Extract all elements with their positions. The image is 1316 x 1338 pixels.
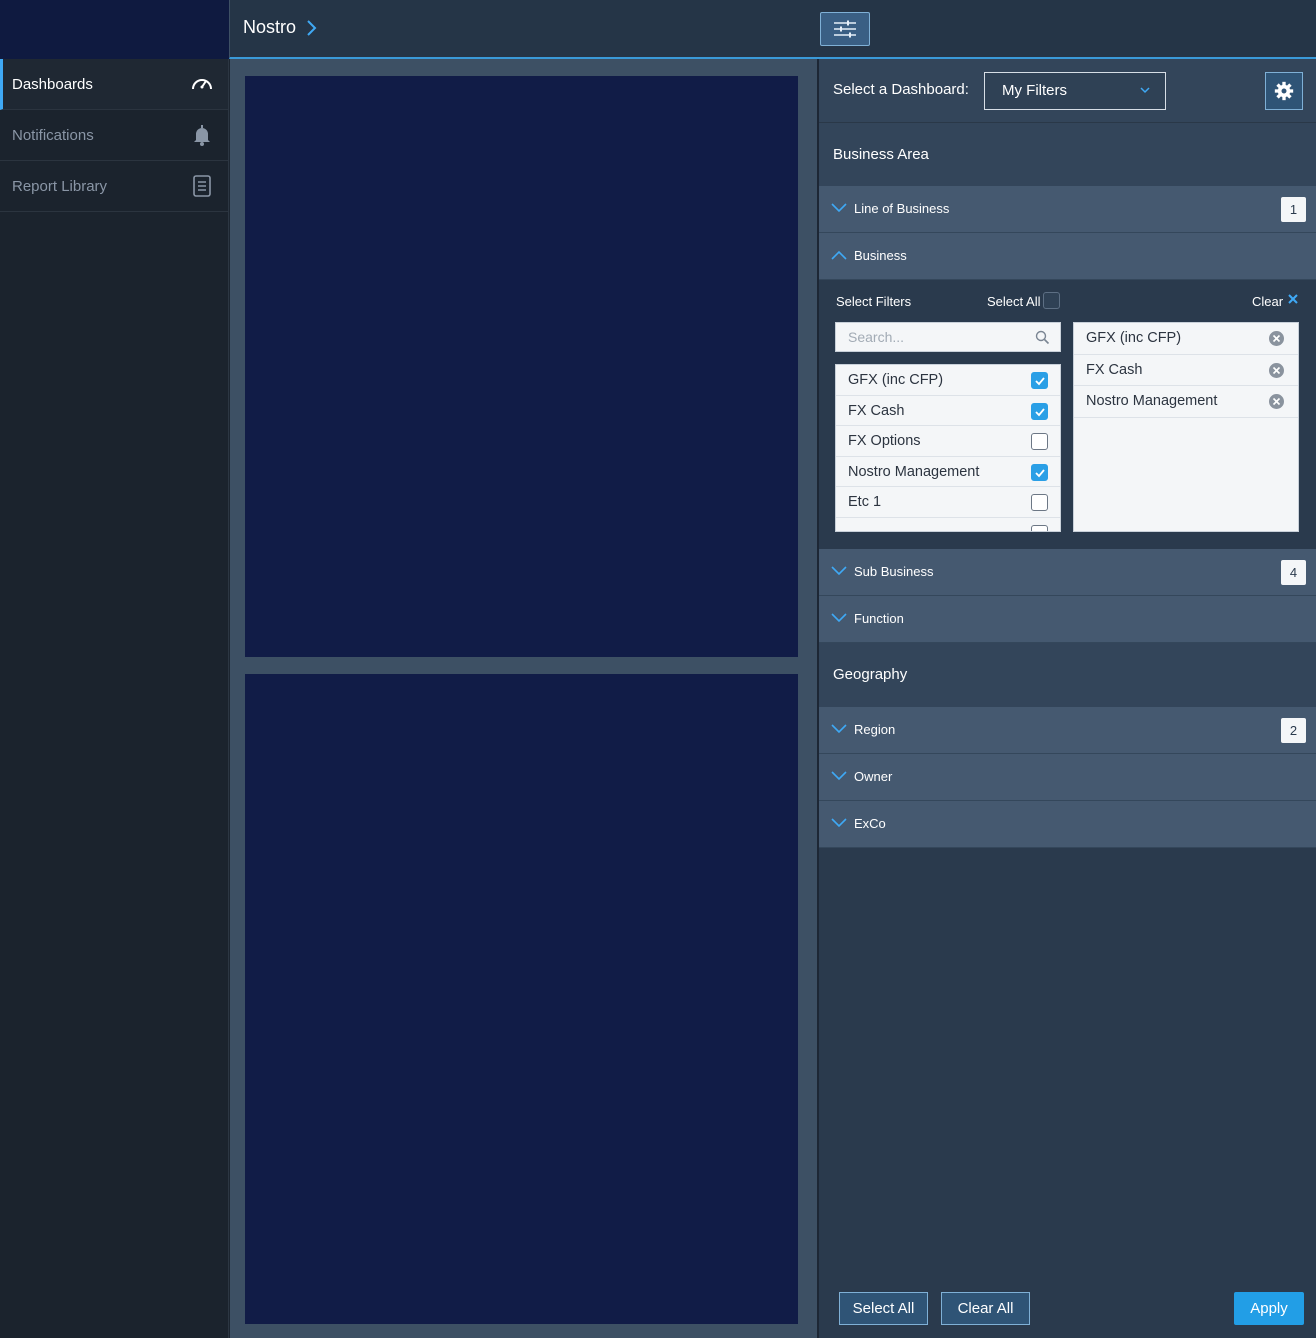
selected-filters-list: GFX (inc CFP) FX Cash Nostro Management <box>1073 322 1299 532</box>
accordion-label: ExCo <box>854 816 886 831</box>
clear-link[interactable]: Clear <box>1252 294 1283 309</box>
select-filters-label: Select Filters <box>836 294 912 309</box>
accordion-line-of-business[interactable]: Line of Business 1 <box>819 186 1316 233</box>
remove-icon[interactable] <box>1268 393 1285 410</box>
settings-button[interactable] <box>1265 72 1303 110</box>
gear-icon <box>1274 81 1294 101</box>
bell-icon <box>194 125 210 146</box>
dashboard-select-value: My Filters <box>1002 82 1067 99</box>
count-badge: 1 <box>1281 197 1306 222</box>
section-business-area: Business Area <box>819 123 1316 187</box>
accordion-label: Region <box>854 722 896 737</box>
sidebar-item-label: Dashboards <box>12 75 93 93</box>
chevron-up-icon <box>831 250 847 260</box>
logo-area <box>0 0 229 59</box>
accordion-exco[interactable]: ExCo <box>819 801 1316 848</box>
option-label: Etc 1 <box>848 494 882 510</box>
filter-option[interactable]: GFX (inc CFP) <box>836 365 1060 396</box>
accordion-function[interactable]: Function <box>819 596 1316 643</box>
accordion-label: Sub Business <box>854 564 934 579</box>
option-checkbox-checked[interactable] <box>1031 372 1048 389</box>
speedometer-icon <box>192 79 212 90</box>
select-all-button[interactable]: Select All <box>839 1292 928 1325</box>
option-checkbox-checked[interactable] <box>1031 463 1048 481</box>
select-dashboard-label: Select a Dashboard: <box>833 81 969 98</box>
selected-filter-label: FX Cash <box>1086 361 1143 378</box>
accordion-region[interactable]: Region 2 <box>819 707 1316 754</box>
checkmark-icon <box>1035 407 1045 416</box>
close-icon[interactable] <box>1287 293 1299 305</box>
option-label: FX Cash <box>848 402 905 419</box>
chevron-down-icon <box>831 566 847 576</box>
option-checkbox[interactable] <box>1031 433 1048 450</box>
filter-option[interactable]: FX Cash <box>836 396 1060 426</box>
chevron-down-icon <box>831 818 847 828</box>
filter-option[interactable]: Etc 1 <box>836 487 1060 518</box>
dashboard-select[interactable]: My Filters <box>984 72 1166 110</box>
chevron-down-icon <box>831 613 847 623</box>
accordion-label: Owner <box>854 769 893 784</box>
count-badge: 2 <box>1281 718 1306 743</box>
dashboard-panel-top <box>245 76 798 657</box>
top-header: Nostro <box>229 0 1316 59</box>
search-box <box>835 322 1061 352</box>
sliders-icon <box>834 20 856 38</box>
selected-filter-item: Nostro Management <box>1074 386 1298 418</box>
checkmark-icon <box>1035 468 1045 477</box>
accordion-sub-business[interactable]: Sub Business 4 <box>819 549 1316 596</box>
business-filter-body: Select Filters Select All Clear GFX (inc… <box>819 280 1316 549</box>
chevron-down-icon <box>831 771 847 781</box>
accordion-label: Function <box>854 611 904 626</box>
sidebar-item-label: Notifications <box>12 126 94 144</box>
filter-panel-header: Select a Dashboard: My Filters <box>819 59 1316 123</box>
accordion-label: Business <box>854 248 907 263</box>
search-input[interactable] <box>836 323 1026 351</box>
selected-filter-label: GFX (inc CFP) <box>1086 330 1182 346</box>
filter-options-list: GFX (inc CFP) FX Cash FX Options Nostro … <box>835 364 1061 532</box>
section-geography: Geography <box>819 643 1316 707</box>
selected-filter-item: GFX (inc CFP) <box>1074 323 1298 355</box>
chevron-down-icon <box>831 724 847 734</box>
option-checkbox[interactable] <box>1031 494 1048 511</box>
dashboard-area <box>230 59 817 1338</box>
filter-option-partial[interactable] <box>836 518 1060 531</box>
count-badge: 4 <box>1281 560 1306 585</box>
dashboard-panel-bottom <box>245 674 798 1324</box>
sidebar: Dashboards Notifications Report Library <box>0 59 229 1338</box>
clear-all-button[interactable]: Clear All <box>941 1292 1030 1325</box>
filter-option[interactable]: FX Options <box>836 426 1060 457</box>
sidebar-item-label: Report Library <box>12 177 108 195</box>
accordion-label: Line of Business <box>854 201 950 216</box>
remove-icon[interactable] <box>1268 330 1285 347</box>
filter-panel: Select a Dashboard: My Filters Business … <box>817 59 1316 1338</box>
search-icon[interactable] <box>1035 330 1050 345</box>
sidebar-item-dashboards[interactable]: Dashboards <box>0 59 228 110</box>
document-icon <box>193 175 211 197</box>
option-label: FX Options <box>848 433 921 449</box>
accordion-business[interactable]: Business <box>819 233 1316 280</box>
chevron-down-icon <box>831 203 847 213</box>
option-checkbox[interactable] <box>1031 524 1048 531</box>
chevron-down-icon <box>1140 87 1150 94</box>
filter-toggle-button[interactable] <box>820 12 870 46</box>
select-all-checkbox[interactable] <box>1043 292 1060 309</box>
option-checkbox-checked[interactable] <box>1031 402 1048 420</box>
sidebar-item-report-library[interactable]: Report Library <box>0 161 228 212</box>
accordion-owner[interactable]: Owner <box>819 754 1316 801</box>
apply-button[interactable]: Apply <box>1234 1292 1304 1325</box>
selected-filter-label: Nostro Management <box>1086 393 1218 409</box>
option-label: GFX (inc CFP) <box>848 372 944 388</box>
option-label: Nostro Management <box>848 463 980 480</box>
remove-icon[interactable] <box>1268 362 1285 379</box>
section-title: Geography <box>833 666 908 683</box>
sidebar-item-notifications[interactable]: Notifications <box>0 110 228 161</box>
section-title: Business Area <box>833 146 929 163</box>
checkmark-icon <box>1035 377 1045 386</box>
chevron-right-icon <box>307 20 317 36</box>
filter-option[interactable]: Nostro Management <box>836 457 1060 487</box>
selected-filter-item: FX Cash <box>1074 355 1298 386</box>
breadcrumb[interactable]: Nostro <box>243 17 296 38</box>
select-all-label: Select All <box>987 294 1041 309</box>
